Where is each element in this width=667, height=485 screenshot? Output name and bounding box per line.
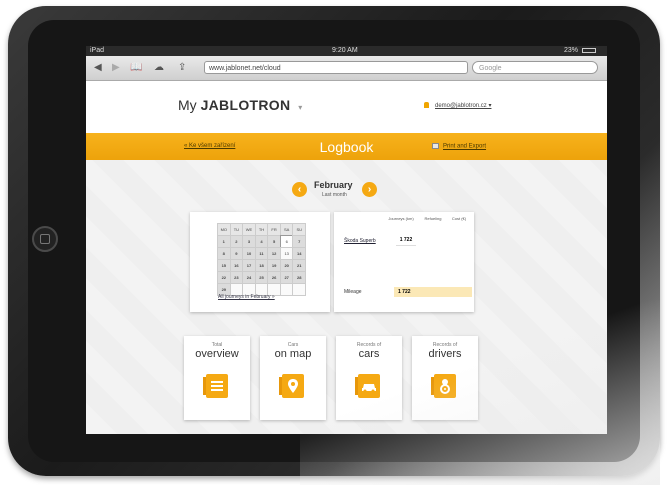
mileage-row: Mileage 1 722 xyxy=(342,287,472,297)
user-icon xyxy=(424,102,429,109)
mileage-label: Mileage xyxy=(344,289,362,295)
tile-title: drivers xyxy=(428,348,462,360)
page-title: Logbook xyxy=(319,139,374,155)
calendar-day xyxy=(292,283,307,296)
calendar: MO TU WE TH FR SA SU 1 2 3 4 5 6 7 8 9 10 11 12 13 14 15 16 17 1… xyxy=(217,223,307,296)
status-time: 9:20 AM xyxy=(332,47,358,54)
cloud-icon[interactable]: ☁ xyxy=(154,62,164,74)
driver-icon xyxy=(431,374,456,398)
vehicle-km: 1 722 xyxy=(396,236,416,246)
prev-month-button[interactable]: ‹ xyxy=(292,182,307,197)
tile-title: cars xyxy=(358,348,380,360)
all-journeys-link[interactable]: All journeys in February » xyxy=(218,294,275,300)
app-logo[interactable]: My JABLOTRON ▾ xyxy=(178,97,302,113)
map-pin-icon xyxy=(279,374,304,398)
share-icon[interactable]: ⇪ xyxy=(178,62,186,74)
month-label: February xyxy=(314,180,353,190)
vehicle-link[interactable]: Škoda Superb xyxy=(344,238,376,244)
forward-arrow-icon[interactable]: ▶ xyxy=(112,62,120,74)
logo-brand: JABLOTRON xyxy=(200,97,291,113)
col-journeys: Journeys (km) xyxy=(388,216,414,221)
home-button[interactable] xyxy=(32,226,58,252)
status-bar: iPad 9:20 AM 23% xyxy=(86,46,607,56)
next-month-button[interactable]: › xyxy=(362,182,377,197)
app-header: My JABLOTRON ▾ demo@jablotron.cz ▾ xyxy=(86,81,607,133)
summary-panel: Journeys (km) Refueling Cost (€) Škoda S… xyxy=(334,212,474,312)
list-icon xyxy=(203,374,228,398)
battery-icon xyxy=(582,48,596,53)
col-refueling: Refueling xyxy=(424,216,442,221)
print-export-link[interactable]: Print and Export xyxy=(432,143,486,150)
tile-title: on map xyxy=(274,348,312,360)
col-cost: Cost (€) xyxy=(451,216,467,221)
device-name: iPad xyxy=(90,47,105,54)
tile-title: overview xyxy=(195,348,239,360)
bookmarks-icon[interactable]: 📖 xyxy=(130,62,142,74)
logo-my: My xyxy=(178,97,197,113)
month-navigator: ‹ February Last month › xyxy=(292,178,382,208)
logbook-header-bar: « Ke všem zařízení Logbook Print and Exp… xyxy=(86,133,607,161)
tile-drivers[interactable]: Records of drivers xyxy=(412,336,478,420)
printer-icon xyxy=(432,143,439,149)
battery-level: 23% xyxy=(564,47,579,54)
chevron-down-icon[interactable]: ▾ xyxy=(298,103,302,112)
car-icon xyxy=(355,374,380,398)
tiles-row: Total overview Cars on map Records of ca… xyxy=(184,336,484,420)
content-area: ‹ February Last month › MO TU WE TH FR SA SU 1 2… xyxy=(86,160,607,434)
browser-toolbar: ◀ ▶ 📖 ☁ ⇪ www.jablonet.net/cloud Google xyxy=(86,56,607,81)
search-field[interactable]: Google xyxy=(472,61,598,74)
mileage-value: 1 722 xyxy=(394,287,472,297)
tile-cars[interactable]: Records of cars xyxy=(336,336,402,420)
month-sublabel: Last month xyxy=(322,192,347,198)
print-export-label: Print and Export xyxy=(443,143,487,150)
user-menu[interactable]: demo@jablotron.cz ▾ xyxy=(424,102,491,109)
url-field[interactable]: www.jablonet.net/cloud xyxy=(204,61,468,74)
calendar-panel: MO TU WE TH FR SA SU 1 2 3 4 5 6 7 8 9 10 11 12 13 14 15 16 17 1… xyxy=(190,212,330,312)
screen: iPad 9:20 AM 23% ◀ ▶ 📖 ☁ ⇪ www.jablonet.… xyxy=(86,46,607,434)
user-email[interactable]: demo@jablotron.cz ▾ xyxy=(435,103,491,109)
back-arrow-icon[interactable]: ◀ xyxy=(94,62,102,74)
tile-overview[interactable]: Total overview xyxy=(184,336,250,420)
tile-map[interactable]: Cars on map xyxy=(260,336,326,420)
calendar-day xyxy=(279,283,294,296)
